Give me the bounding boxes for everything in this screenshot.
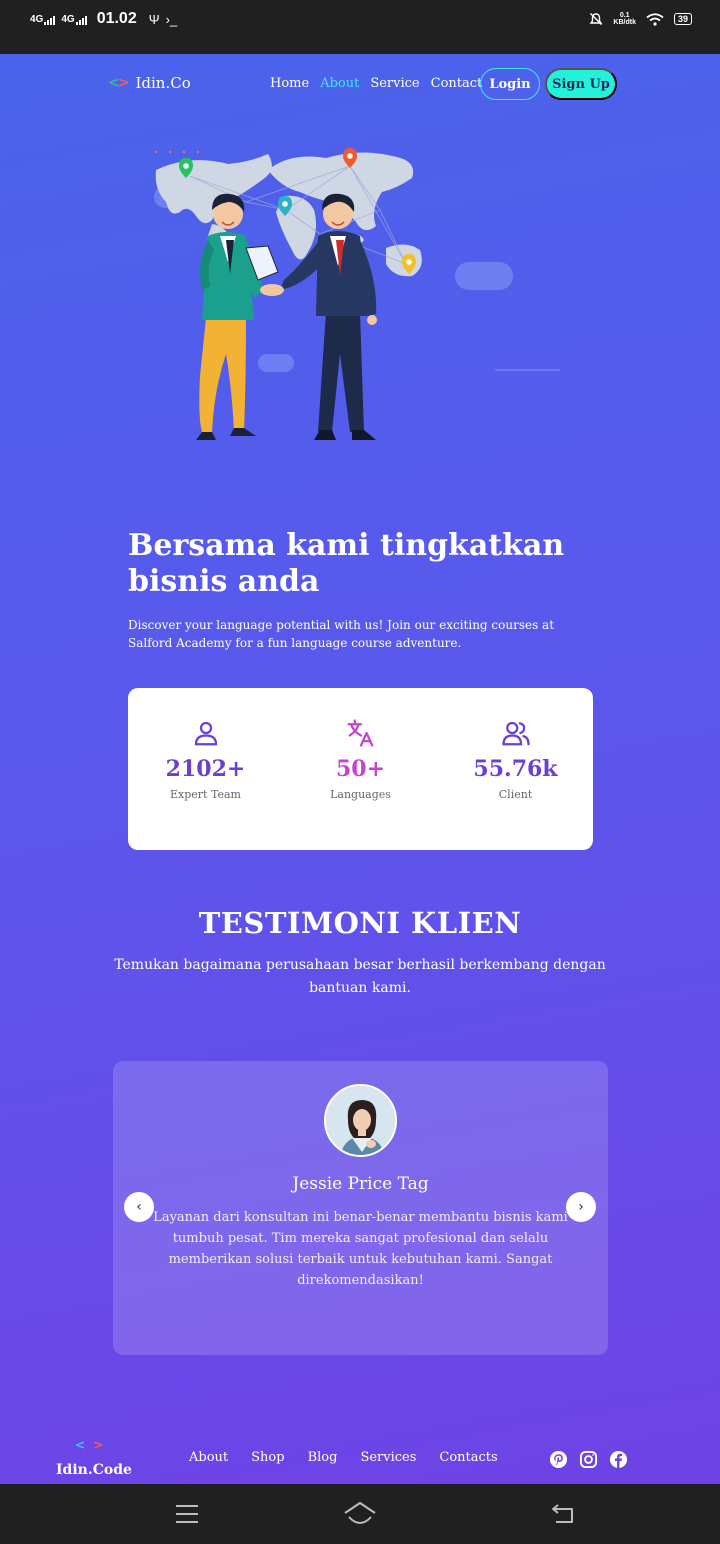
code-brackets-icon: <>	[75, 1438, 112, 1452]
stats-card: 2102+ Expert Team 50+ Languages 55.76k C…	[128, 688, 593, 850]
instagram-icon[interactable]	[579, 1450, 598, 1469]
mute-icon	[590, 13, 603, 25]
nav-link-contact[interactable]: Contact	[431, 76, 483, 91]
footer-link-shop[interactable]: Shop	[251, 1450, 284, 1465]
social-links	[549, 1450, 628, 1469]
stat-expert-team: 2102+ Expert Team	[128, 688, 283, 850]
stat-value: 55.76k	[473, 756, 558, 782]
network-speed: 0.1 KB/dtk	[613, 12, 636, 26]
status-time: 01.02	[96, 10, 137, 27]
terminal-icon: ›_	[165, 11, 178, 27]
testimonial-name: Jessie Price Tag	[292, 1174, 429, 1194]
hero-title: Bersama kami tingkatkan bisnis anda	[128, 528, 565, 599]
menu-icon[interactable]	[174, 1503, 200, 1525]
testimonial-card: Jessie Price Tag Layanan dari konsultan …	[113, 1061, 608, 1355]
testimonial-text: Layanan dari konsultan ini benar-benar m…	[153, 1210, 568, 1288]
testimonial-section-subtitle: Temukan bagaimana perusahaan besar berha…	[114, 957, 606, 996]
footer-link-about[interactable]: About	[189, 1450, 228, 1465]
signal-indicator-2: 4G	[61, 14, 87, 25]
battery-indicator: 39	[673, 13, 692, 25]
testimonial-section-title: TESTIMONI KLIEN	[198, 906, 522, 940]
footer-links: About Shop Blog Services Contacts	[189, 1450, 498, 1465]
stat-label: Client	[498, 788, 533, 801]
stat-label: Expert Team	[170, 788, 241, 801]
status-bar: 4G 4G 01.02 Ψ ›_ 0.1 KB/dtk 39	[0, 0, 720, 54]
system-navigation-bar	[0, 1484, 720, 1544]
stat-languages: 50+ Languages	[283, 688, 438, 850]
chevron-left-icon: ‹	[136, 1199, 142, 1215]
nav-link-home[interactable]: Home	[270, 76, 309, 91]
brand-logo[interactable]: <> Idin.Co	[108, 74, 191, 92]
hero-illustration	[154, 148, 560, 440]
footer-link-blog[interactable]: Blog	[308, 1450, 338, 1465]
navbar: <> Idin.Co Home About Service Contact Lo…	[0, 68, 720, 100]
wifi-icon	[646, 12, 664, 26]
footer: <> Idin.Code About Shop Blog Services Co…	[0, 1426, 720, 1484]
facebook-icon[interactable]	[609, 1450, 628, 1469]
testimonial-prev-button[interactable]: ‹	[124, 1192, 154, 1222]
footer-link-contacts[interactable]: Contacts	[439, 1450, 497, 1465]
pinterest-icon[interactable]	[549, 1450, 568, 1469]
hero-description: Discover your language potential with us…	[128, 618, 555, 650]
stat-client: 55.76k Client	[438, 688, 593, 850]
stat-label: Languages	[330, 788, 391, 801]
nav-link-service[interactable]: Service	[370, 76, 419, 91]
user-icon	[194, 721, 217, 746]
landing-page: <> Idin.Co Home About Service Contact Lo…	[0, 54, 720, 1484]
brand-name: Idin.Co	[135, 74, 191, 92]
nav-links: Home About Service Contact	[270, 76, 482, 91]
stat-value: 50+	[335, 756, 386, 782]
back-icon[interactable]	[550, 1503, 576, 1525]
footer-brand[interactable]: Idin.Code	[56, 1462, 132, 1478]
footer-link-services[interactable]: Services	[360, 1450, 416, 1465]
signal-indicator-1: 4G	[30, 14, 56, 25]
signup-button[interactable]: Sign Up	[545, 68, 617, 100]
translate-icon	[346, 719, 373, 747]
chevron-right-icon: ›	[578, 1199, 584, 1215]
usb-icon: Ψ	[148, 11, 160, 27]
signal-bars-icon	[44, 15, 56, 25]
login-button[interactable]: Login	[480, 68, 540, 100]
users-icon	[501, 721, 530, 746]
avatar	[324, 1084, 397, 1157]
nav-link-about[interactable]: About	[320, 76, 359, 91]
testimonial-next-button[interactable]: ›	[566, 1192, 596, 1222]
code-brackets-icon: <>	[108, 75, 129, 91]
stat-value: 2102+	[165, 756, 246, 782]
home-icon[interactable]	[343, 1501, 377, 1525]
signal-bars-icon	[75, 15, 87, 25]
